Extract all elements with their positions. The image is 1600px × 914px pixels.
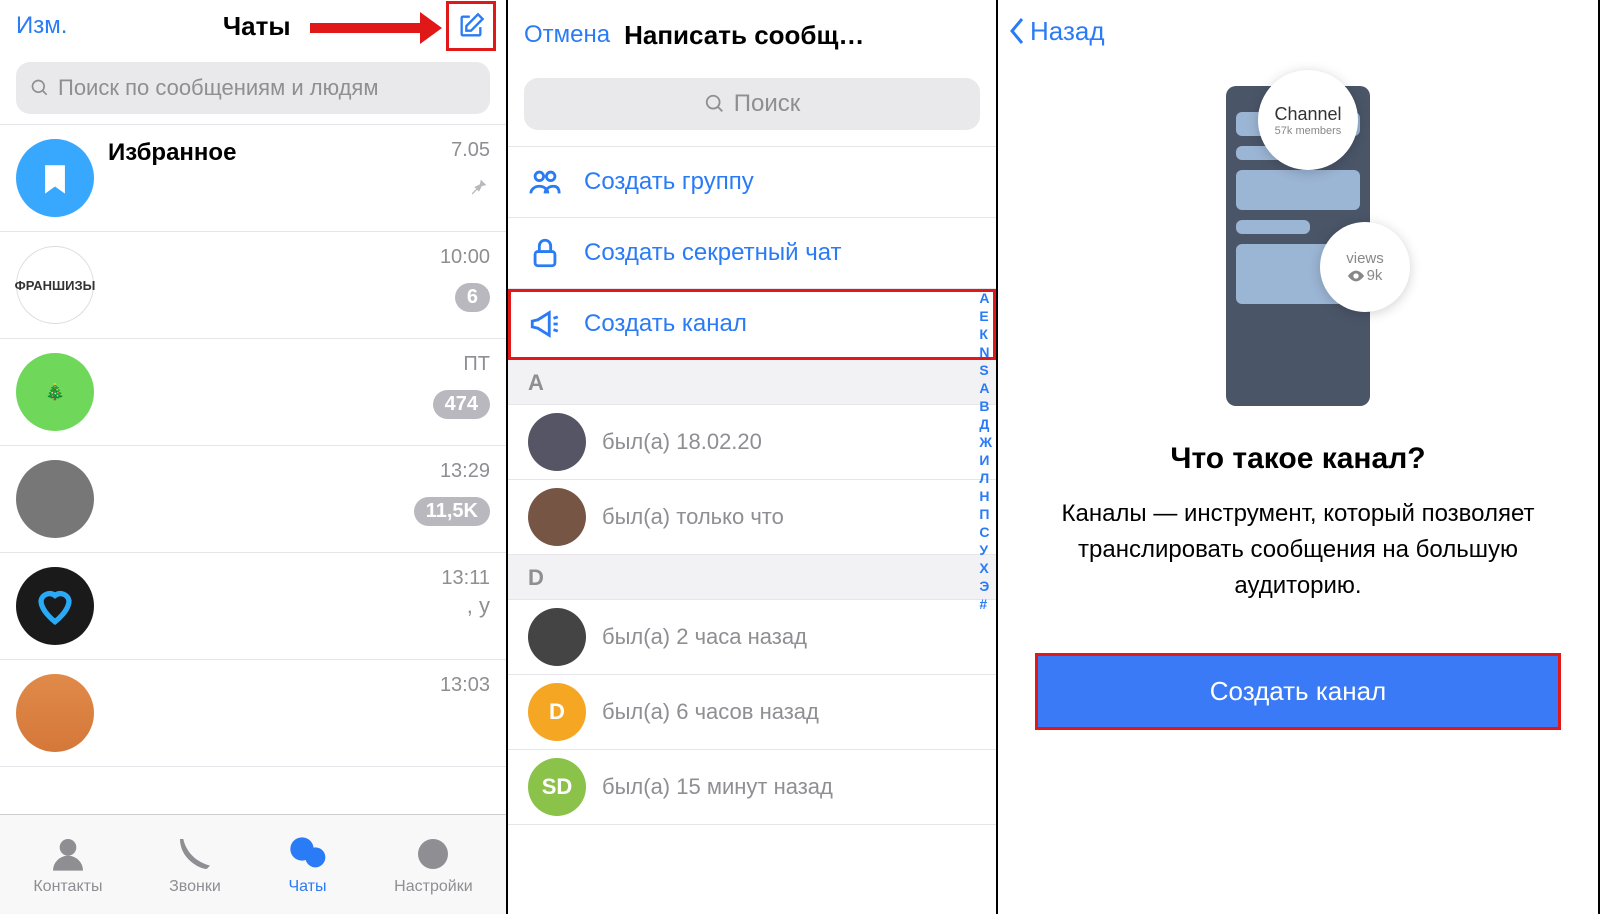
chat-avatar: 🎄 xyxy=(16,353,94,431)
contact-status: был(а) 6 часов назад xyxy=(602,699,819,725)
chat-name: Избранное xyxy=(108,139,490,167)
search-input[interactable]: Поиск xyxy=(524,78,980,130)
search-input[interactable]: Поиск по сообщениям и людям xyxy=(16,62,490,114)
new-group-button[interactable]: Создать группу xyxy=(508,147,996,218)
chat-list: Избранное 7.05 ФРАНШИЗЫ ... 10:00 6 🎄 ПТ 4… xyxy=(0,124,506,784)
section-header: D xyxy=(508,555,996,600)
page-title: Написать сообщ… xyxy=(624,20,980,51)
annotation-arrow xyxy=(310,12,442,44)
search-placeholder: Поиск xyxy=(734,90,801,118)
search-placeholder: Поиск по сообщениям и людям xyxy=(58,75,378,101)
chat-avatar xyxy=(16,674,94,752)
tab-chats[interactable]: Чаты xyxy=(287,834,327,896)
channel-bubble: Channel 57k members xyxy=(1258,70,1358,170)
new-message-screen: Отмена Написать сообщ… Поиск Создать гру… xyxy=(508,0,998,914)
tab-bar: Контакты Звонки Чаты Настройки xyxy=(0,814,506,914)
chat-snippet: , у xyxy=(108,593,490,619)
contact-row[interactable]: был(а) 18.02.20 xyxy=(508,405,996,480)
section-header: A xyxy=(508,360,996,405)
contact-status: был(а) только что xyxy=(602,504,784,530)
compose-icon xyxy=(457,12,485,40)
chat-row[interactable]: 🎄 ПТ 474 xyxy=(0,339,506,446)
group-icon xyxy=(528,165,562,199)
chat-avatar: ФРАНШИЗЫ xyxy=(16,246,94,324)
contact-row[interactable]: был(а) 2 часа назад xyxy=(508,600,996,675)
alpha-index[interactable]: АЕКNSАВДЖИЛНПСУХЭ# xyxy=(979,290,992,612)
chat-time: 13:11 xyxy=(441,567,490,590)
back-button[interactable]: Назад xyxy=(1008,16,1105,47)
chat-time: 13:29 xyxy=(414,460,490,483)
contact-row[interactable]: был(а) только что xyxy=(508,480,996,555)
edit-button[interactable]: Изм. xyxy=(16,12,67,40)
create-channel-highlight: Создать канал xyxy=(1036,654,1560,729)
lock-icon xyxy=(528,236,562,270)
unread-badge: 6 xyxy=(455,283,490,312)
intro-heading: Что такое канал? xyxy=(1018,442,1578,476)
saved-messages-icon xyxy=(16,139,94,217)
chat-row-saved[interactable]: Избранное 7.05 xyxy=(0,124,506,232)
new-channel-button[interactable]: Создать канал xyxy=(508,289,996,360)
page-title: Чаты xyxy=(223,11,291,42)
chat-time: 10:00 xyxy=(440,246,490,269)
tab-settings[interactable]: Настройки xyxy=(394,834,472,896)
new-secret-chat-button[interactable]: Создать секретный чат xyxy=(508,218,996,289)
header: Назад xyxy=(998,0,1598,62)
chat-row[interactable]: 13:29 11,5K xyxy=(0,446,506,553)
cancel-button[interactable]: Отмена xyxy=(524,21,610,49)
contact-avatar xyxy=(528,608,586,666)
contact-status: был(а) 2 часа назад xyxy=(602,624,807,650)
chat-avatar xyxy=(16,460,94,538)
chat-time: ПТ xyxy=(433,353,490,376)
tab-contacts[interactable]: Контакты xyxy=(33,834,102,896)
chat-time: 7.05 xyxy=(451,139,490,162)
tab-calls[interactable]: Звонки xyxy=(169,834,221,896)
quick-actions: Создать группу Создать секретный чат Соз… xyxy=(508,146,996,360)
unread-badge: 11,5K xyxy=(414,497,490,526)
search-icon xyxy=(30,78,50,98)
intro-description: Каналы — инструмент, который позволяет т… xyxy=(1028,496,1568,604)
views-bubble: views 9k xyxy=(1320,222,1410,312)
contact-row[interactable]: SD был(а) 15 минут назад xyxy=(508,750,996,825)
contact-row[interactable]: Dбыл(а) 6 часов назад xyxy=(508,675,996,750)
contact-status: был(а) 18.02.20 xyxy=(602,429,762,455)
contact-avatar xyxy=(528,413,586,471)
contact-status: был(а) 15 минут назад xyxy=(602,774,833,800)
channel-intro-screen: Назад Channel 57k members views 9k Что т… xyxy=(998,0,1600,914)
chats-screen: Изм. Чаты Поиск по сообщениям и людям Из… xyxy=(0,0,508,914)
header: Отмена Написать сообщ… xyxy=(508,0,996,70)
chat-snippet: ... xyxy=(108,272,490,298)
create-channel-button[interactable]: Создать канал xyxy=(1036,654,1560,729)
contact-avatar: D xyxy=(528,683,586,741)
chevron-left-icon xyxy=(1008,16,1028,46)
contact-avatar xyxy=(528,488,586,546)
unread-badge: 474 xyxy=(433,390,490,419)
chat-row[interactable]: 13:03 xyxy=(0,660,506,767)
contact-avatar: SD xyxy=(528,758,586,816)
chat-avatar xyxy=(16,567,94,645)
megaphone-icon xyxy=(528,307,562,341)
pin-icon xyxy=(468,176,490,198)
eye-icon xyxy=(1348,270,1364,282)
chat-row[interactable]: , у 13:11 xyxy=(0,553,506,660)
chat-time: 13:03 xyxy=(440,674,490,697)
search-icon xyxy=(704,93,726,115)
channel-illustration: Channel 57k members views 9k xyxy=(1208,72,1388,412)
compose-button[interactable] xyxy=(446,1,496,51)
chat-row[interactable]: ФРАНШИЗЫ ... 10:00 6 xyxy=(0,232,506,339)
